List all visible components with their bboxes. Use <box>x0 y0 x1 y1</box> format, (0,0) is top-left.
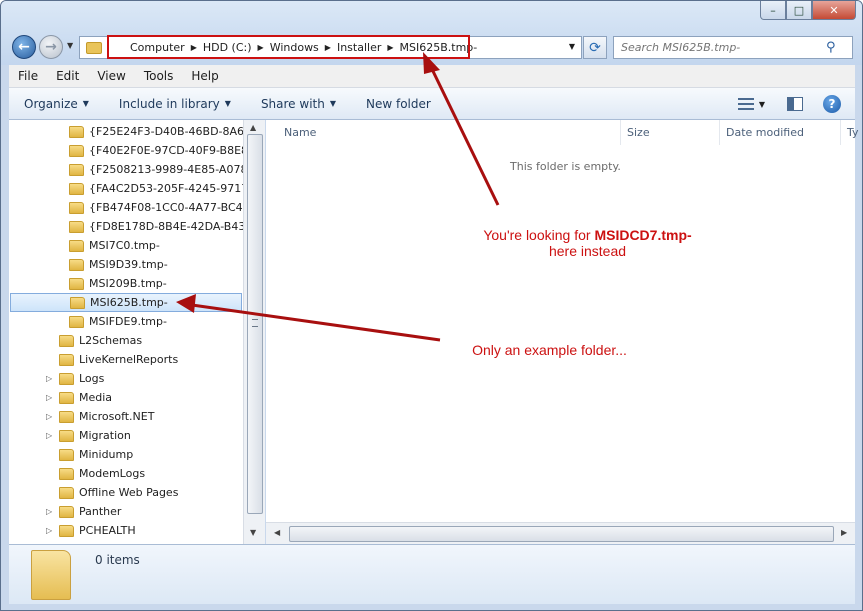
arrow-to-address <box>428 64 500 206</box>
address-highlight-box <box>107 35 470 59</box>
annotation-example-folder: Only an example folder... <box>472 342 627 358</box>
annotation-looking-for: You're looking for MSIDCD7.tmp- here ins… <box>450 227 725 259</box>
annotation-arrows <box>107 35 500 342</box>
annotation-text: You're looking for <box>483 227 595 243</box>
arrow-to-folder <box>191 303 441 342</box>
arrowhead-icon <box>176 294 196 313</box>
annotation-target: MSIDCD7.tmp- <box>594 227 692 243</box>
annotation-text-line2: here instead <box>548 243 627 259</box>
arrowhead-icon <box>423 52 440 74</box>
